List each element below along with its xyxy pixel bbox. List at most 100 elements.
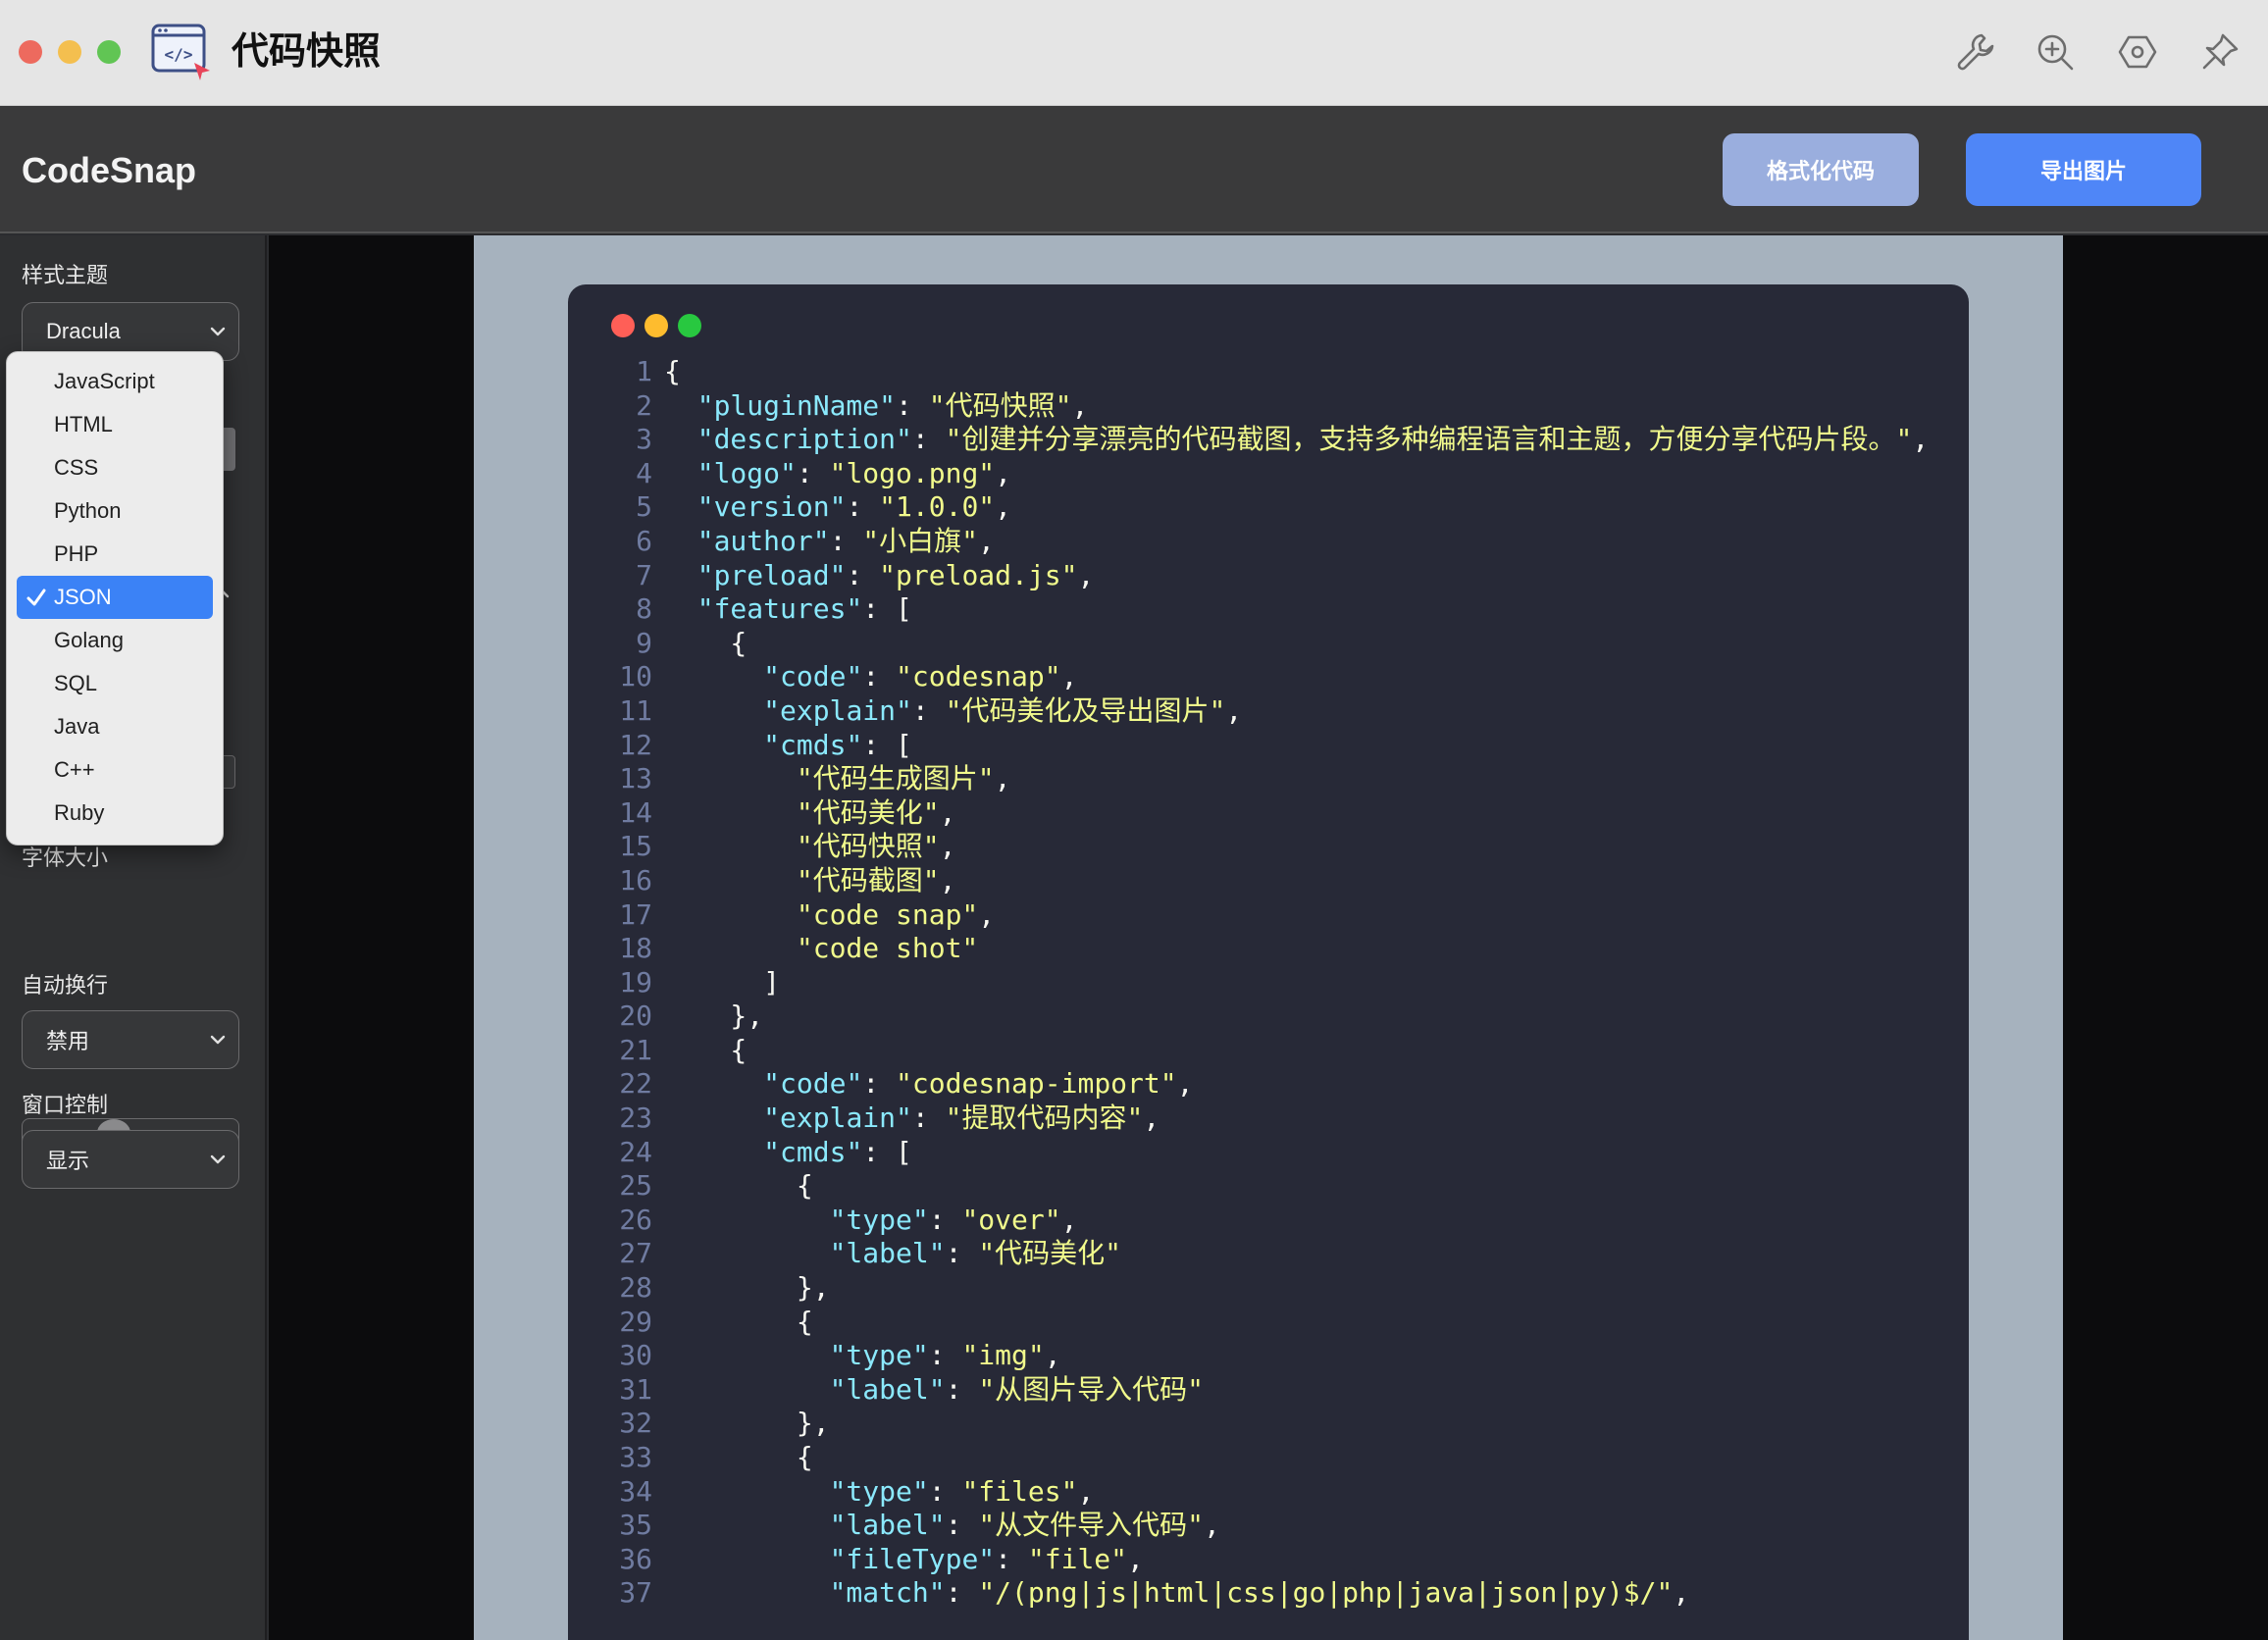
json-punctuation bbox=[664, 592, 697, 625]
code-window-maximize-dot bbox=[678, 314, 701, 337]
language-option-label: Java bbox=[54, 714, 100, 739]
json-punctuation: , bbox=[1044, 1339, 1061, 1372]
json-punctuation: : bbox=[796, 456, 830, 489]
json-punctuation bbox=[664, 389, 697, 422]
json-key: "explain" bbox=[763, 693, 912, 727]
line-number: 20 bbox=[619, 999, 652, 1033]
json-punctuation bbox=[664, 898, 797, 931]
maximize-window-button[interactable] bbox=[97, 40, 121, 64]
json-punctuation: , bbox=[1204, 1509, 1220, 1542]
code-line: 3 "description": "创建并分享漂亮的代码截图，支持多种编程语言和… bbox=[611, 423, 1955, 457]
line-content: "code": "codesnap-import", bbox=[652, 1067, 1193, 1102]
json-string: "logo.png" bbox=[829, 456, 996, 489]
language-option-css[interactable]: CSS bbox=[17, 446, 213, 489]
line-content: }, bbox=[652, 1271, 830, 1306]
json-string: "代码快照" bbox=[928, 388, 1072, 422]
language-option-json[interactable]: JSON bbox=[17, 576, 213, 619]
app-header: CodeSnap 格式化代码 导出图片 bbox=[0, 106, 2268, 233]
json-punctuation: : [ bbox=[862, 1135, 912, 1168]
json-punctuation: : bbox=[846, 490, 880, 524]
json-punctuation: : bbox=[846, 558, 880, 591]
code-line: 37 "match": "/(png|js|html|css|go|php|ja… bbox=[611, 1576, 1955, 1611]
language-option-html[interactable]: HTML bbox=[17, 403, 213, 446]
line-content: }, bbox=[652, 999, 763, 1034]
line-content: "cmds": [ bbox=[652, 1136, 912, 1170]
json-key: "label" bbox=[829, 1509, 946, 1542]
json-punctuation: , bbox=[939, 863, 956, 897]
format-code-button[interactable]: 格式化代码 bbox=[1723, 133, 1919, 206]
line-content: "pluginName": "代码快照", bbox=[652, 388, 1089, 424]
hexagon-settings-icon[interactable] bbox=[2115, 29, 2160, 75]
language-option-ruby[interactable]: Ruby bbox=[17, 792, 213, 835]
language-option-php[interactable]: PHP bbox=[17, 533, 213, 576]
line-content: { bbox=[652, 1306, 813, 1340]
code-window-close-dot bbox=[611, 314, 635, 337]
minimize-window-button[interactable] bbox=[58, 40, 81, 64]
window-control-label: 窗口控制 bbox=[22, 1093, 109, 1117]
language-option-python[interactable]: Python bbox=[17, 489, 213, 533]
pin-icon[interactable] bbox=[2197, 29, 2242, 75]
window-title: 代码快照 bbox=[232, 31, 382, 73]
code-editor[interactable]: 1{2 "pluginName": "代码快照", 3 "description"… bbox=[611, 355, 1955, 1611]
line-number: 11 bbox=[619, 693, 652, 727]
json-punctuation: , bbox=[1127, 1542, 1144, 1575]
window-control-select[interactable]: 显示 bbox=[22, 1130, 239, 1189]
language-option-label: Python bbox=[54, 498, 122, 523]
app-window: </> 代码快照 CodeSnap 格式化代码 导出图片 样式主题 Dracul… bbox=[0, 0, 2268, 1640]
line-content: "version": "1.0.0", bbox=[652, 490, 1011, 525]
language-option-c[interactable]: C++ bbox=[17, 748, 213, 792]
json-key: "fileType" bbox=[829, 1542, 996, 1575]
json-punctuation bbox=[664, 796, 797, 829]
language-option-java[interactable]: Java bbox=[17, 705, 213, 748]
json-punctuation bbox=[664, 1204, 830, 1236]
word-wrap-select[interactable]: 禁用 bbox=[22, 1010, 239, 1069]
json-punctuation bbox=[664, 1576, 830, 1609]
json-key: "code" bbox=[763, 1067, 863, 1101]
line-number: 18 bbox=[619, 932, 652, 965]
line-number: 32 bbox=[619, 1407, 652, 1440]
json-string: "代码生成图片" bbox=[796, 762, 995, 795]
code-line: 36 "fileType": "file", bbox=[611, 1543, 1955, 1577]
wrench-icon[interactable] bbox=[1952, 29, 1997, 75]
json-key: "version" bbox=[696, 490, 847, 524]
code-window: 1{2 "pluginName": "代码快照", 3 "description"… bbox=[568, 284, 1969, 1640]
theme-select-value: Dracula bbox=[46, 319, 121, 343]
language-option-golang[interactable]: Golang bbox=[17, 619, 213, 662]
json-string: "1.0.0" bbox=[879, 490, 996, 524]
line-content: "type": "img", bbox=[652, 1339, 1061, 1373]
json-punctuation: { bbox=[664, 1441, 813, 1473]
line-content: { bbox=[652, 627, 747, 661]
code-line: 12 "cmds": [ bbox=[611, 729, 1955, 763]
json-key: "label" bbox=[829, 1237, 946, 1270]
json-key: "author" bbox=[696, 524, 830, 557]
svg-text:</>: </> bbox=[165, 45, 193, 64]
line-content: "author": "小白旗", bbox=[652, 525, 995, 559]
json-punctuation bbox=[664, 1543, 830, 1575]
line-content: "代码截图", bbox=[652, 863, 956, 898]
json-key: "cmds" bbox=[763, 1135, 863, 1168]
line-number: 17 bbox=[619, 897, 652, 931]
json-punctuation: , bbox=[1225, 693, 1243, 727]
language-option-sql[interactable]: SQL bbox=[17, 662, 213, 705]
json-punctuation: : bbox=[911, 693, 946, 727]
language-option-label: HTML bbox=[54, 412, 113, 436]
json-punctuation: , bbox=[1143, 1102, 1160, 1135]
json-punctuation bbox=[664, 525, 697, 557]
language-option-label: C++ bbox=[54, 757, 95, 782]
line-number: 5 bbox=[636, 490, 652, 524]
line-content: "cmds": [ bbox=[652, 729, 912, 763]
json-punctuation: , bbox=[1077, 1474, 1095, 1508]
export-image-button[interactable]: 导出图片 bbox=[1966, 133, 2201, 206]
chevron-down-icon bbox=[210, 327, 226, 336]
json-punctuation: }, bbox=[664, 1271, 830, 1305]
json-key: "description" bbox=[696, 423, 912, 456]
zoom-in-icon[interactable] bbox=[2033, 29, 2078, 75]
json-punctuation: : bbox=[945, 1237, 979, 1270]
code-line: 9 { bbox=[611, 627, 1955, 661]
json-punctuation: : bbox=[945, 1372, 979, 1406]
json-punctuation: : bbox=[911, 1102, 946, 1135]
title-bar: </> 代码快照 bbox=[0, 0, 2268, 106]
json-string: "代码截图" bbox=[796, 863, 940, 897]
language-option-javascript[interactable]: JavaScript bbox=[17, 360, 213, 403]
close-window-button[interactable] bbox=[19, 40, 42, 64]
